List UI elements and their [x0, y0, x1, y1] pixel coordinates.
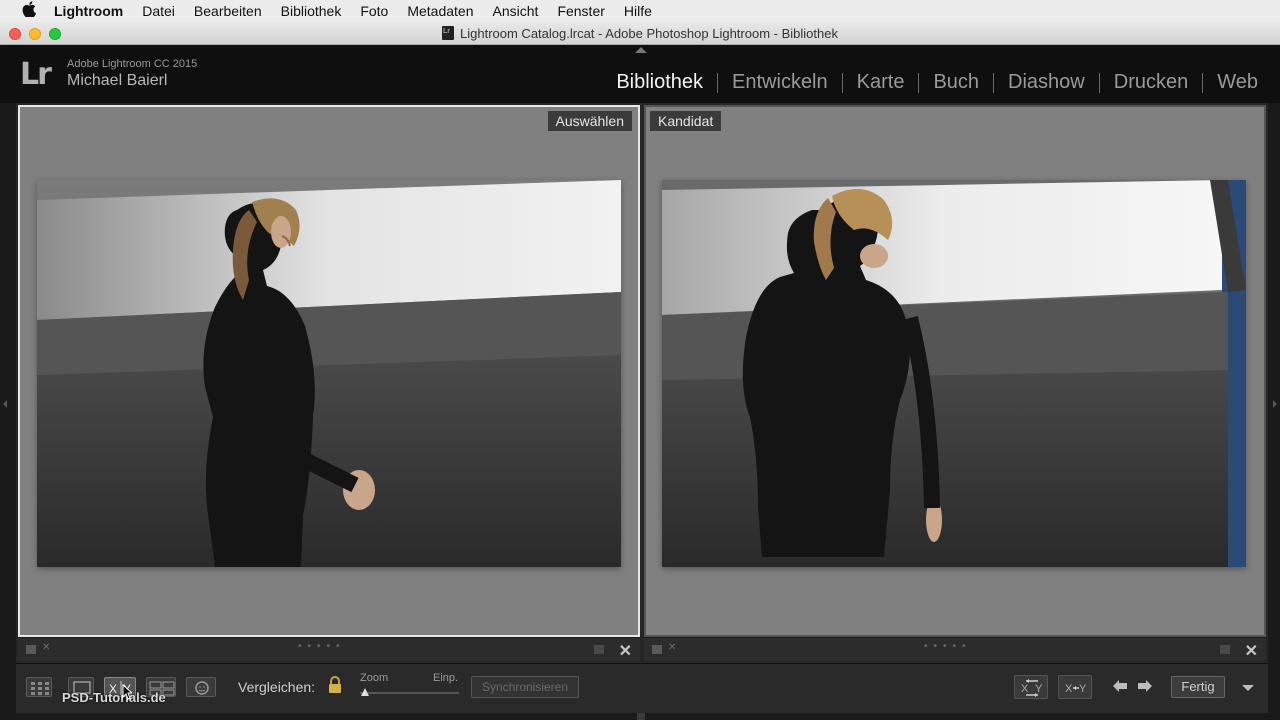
close-window-button[interactable]: [9, 28, 21, 40]
menu-fenster[interactable]: Fenster: [557, 3, 604, 19]
lock-icon[interactable]: [327, 675, 343, 700]
catalog-document-icon: [442, 26, 455, 40]
zoom-window-button[interactable]: [49, 28, 61, 40]
done-button[interactable]: Fertig: [1171, 676, 1225, 698]
toolbar: XY PSD-Tutorials.de Vergleichen: Zoom Ei…: [16, 663, 1268, 713]
menu-bibliothek[interactable]: Bibliothek: [281, 3, 342, 19]
reject-flag-icon[interactable]: ✕: [668, 642, 676, 653]
compare-view: Auswählen Kandidat ✕ ••••• ✕ ✕ ••••• ✕: [16, 103, 1268, 663]
menu-lightroom[interactable]: Lightroom: [54, 3, 123, 19]
select-pane[interactable]: Auswählen: [18, 105, 640, 637]
candidate-label: Kandidat: [650, 111, 722, 131]
module-bibliothek[interactable]: Bibliothek: [602, 71, 717, 94]
previous-photo-arrow-icon[interactable]: [1111, 679, 1129, 698]
svg-text:X: X: [1021, 683, 1029, 695]
fit-label[interactable]: Einp.: [433, 672, 458, 684]
svg-text:Y: Y: [1079, 683, 1087, 695]
svg-text:Y: Y: [1035, 683, 1043, 695]
right-panel-toggle-icon[interactable]: [1273, 400, 1277, 408]
apple-logo-icon[interactable]: [18, 1, 40, 21]
filmstrip-toggle-icon[interactable]: [637, 713, 645, 720]
flag-icon[interactable]: [26, 645, 36, 654]
app-version: Adobe Lightroom CC 2015: [67, 58, 198, 70]
window-title: Lightroom Catalog.lrcat - Adobe Photosho…: [460, 25, 838, 41]
module-diashow[interactable]: Diashow: [994, 71, 1099, 94]
user-name: Michael Baierl: [67, 72, 168, 89]
module-picker: Bibliothek Entwickeln Karte Buch Diashow…: [602, 71, 1272, 94]
top-panel-toggle-icon[interactable]: [635, 47, 647, 53]
module-web[interactable]: Web: [1203, 71, 1272, 94]
zoom-slider-track[interactable]: [360, 692, 459, 694]
flag-icon[interactable]: [652, 645, 662, 654]
psd-tutorials-watermark: PSD-Tutorials.de: [62, 690, 166, 705]
make-select-button[interactable]: XY: [1058, 675, 1092, 699]
compare-label: Vergleichen:: [238, 679, 316, 695]
rating-stars[interactable]: •••••: [924, 641, 972, 652]
menu-metadaten[interactable]: Metadaten: [407, 3, 473, 19]
toolbar-options-icon[interactable]: [1242, 685, 1254, 691]
menu-ansicht[interactable]: Ansicht: [493, 3, 539, 19]
module-buch[interactable]: Buch: [919, 71, 993, 94]
color-label-icon[interactable]: [1220, 645, 1230, 654]
color-label-icon[interactable]: [594, 645, 604, 654]
reject-flag-icon[interactable]: ✕: [42, 642, 50, 653]
candidate-photo[interactable]: [662, 180, 1246, 567]
left-panel-toggle-icon[interactable]: [3, 400, 7, 408]
sync-button[interactable]: Synchronisieren: [471, 676, 579, 698]
people-view-button[interactable]: [186, 677, 216, 697]
window-title-bar: Lightroom Catalog.lrcat - Adobe Photosho…: [0, 22, 1280, 45]
lightroom-logo: Lr: [20, 57, 52, 92]
module-entwickeln[interactable]: Entwickeln: [718, 71, 842, 94]
rating-stars[interactable]: •••••: [298, 641, 346, 652]
minimize-window-button[interactable]: [29, 28, 41, 40]
identity-plate: Lr Adobe Lightroom CC 2015 Michael Baier…: [0, 45, 1280, 103]
zoom-slider-thumb[interactable]: [361, 688, 369, 696]
mouse-cursor-icon: [122, 683, 134, 705]
menu-bearbeiten[interactable]: Bearbeiten: [194, 3, 262, 19]
next-photo-arrow-icon[interactable]: [1136, 679, 1154, 698]
zoom-label: Zoom: [360, 672, 389, 684]
swap-button[interactable]: XY: [1014, 675, 1048, 699]
window-controls: [9, 28, 61, 40]
menu-hilfe[interactable]: Hilfe: [624, 3, 652, 19]
select-label: Auswählen: [547, 111, 632, 131]
menu-foto[interactable]: Foto: [360, 3, 388, 19]
select-photo[interactable]: [37, 180, 621, 567]
select-info-strip: ✕ ••••• ✕: [18, 637, 640, 661]
grid-view-button[interactable]: [26, 677, 52, 697]
svg-text:X: X: [1065, 683, 1073, 695]
module-drucken[interactable]: Drucken: [1100, 71, 1202, 94]
close-icon[interactable]: ✕: [1245, 641, 1258, 661]
close-icon[interactable]: ✕: [619, 641, 632, 661]
candidate-pane[interactable]: Kandidat: [644, 105, 1266, 637]
menu-bar: Lightroom Datei Bearbeiten Bibliothek Fo…: [0, 0, 1280, 22]
menu-datei[interactable]: Datei: [142, 3, 175, 19]
candidate-info-strip: ✕ ••••• ✕: [644, 637, 1266, 661]
module-karte[interactable]: Karte: [843, 71, 919, 94]
